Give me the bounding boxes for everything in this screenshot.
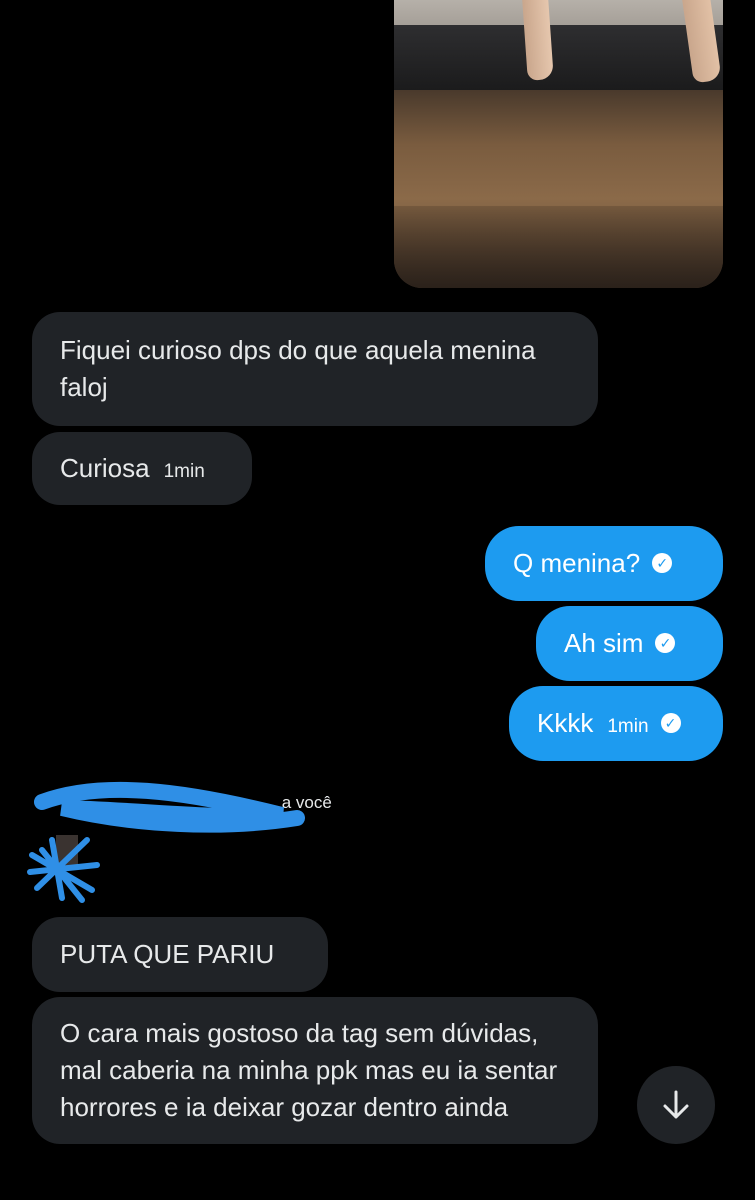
bed-frame (394, 25, 723, 90)
message-text: Q menina? (513, 548, 641, 578)
message-text: Kkkk (537, 708, 594, 738)
redaction-scribble (27, 781, 305, 903)
message-bubble-received[interactable]: O cara mais gostoso da tag sem dúvidas, … (32, 997, 598, 1144)
message-bubble-sent[interactable]: Kkkk 1min ✓ (509, 686, 723, 761)
message-timestamp: 1min (607, 716, 649, 737)
message-text: Fiquei curioso dps do que aquela menina … (60, 335, 536, 402)
check-circle-icon: ✓ (660, 713, 681, 734)
message-bubble-sent[interactable]: Q menina? ✓ (485, 526, 723, 601)
message-bubble-received[interactable]: Fiquei curioso dps do que aquela menina … (32, 312, 598, 426)
floor-shadow (394, 206, 723, 288)
media-attachment-image[interactable] (394, 0, 723, 288)
scroll-to-bottom-button[interactable] (637, 1066, 715, 1144)
message-bubble-received[interactable]: Curiosa 1min (32, 432, 252, 505)
message-text: Ah sim (564, 628, 644, 658)
message-timestamp: 1min (163, 461, 205, 482)
arrow-down-icon (663, 1090, 689, 1119)
check-circle-icon: ✓ (652, 553, 673, 574)
message-text: O cara mais gostoso da tag sem dúvidas, … (60, 1018, 558, 1122)
message-text: PUTA QUE PARIU (60, 939, 275, 969)
message-text: Curiosa (60, 453, 150, 483)
check-circle-icon: ✓ (655, 633, 676, 654)
message-bubble-sent[interactable]: Ah sim ✓ (536, 606, 723, 681)
message-bubble-received[interactable]: PUTA QUE PARIU (32, 917, 328, 992)
